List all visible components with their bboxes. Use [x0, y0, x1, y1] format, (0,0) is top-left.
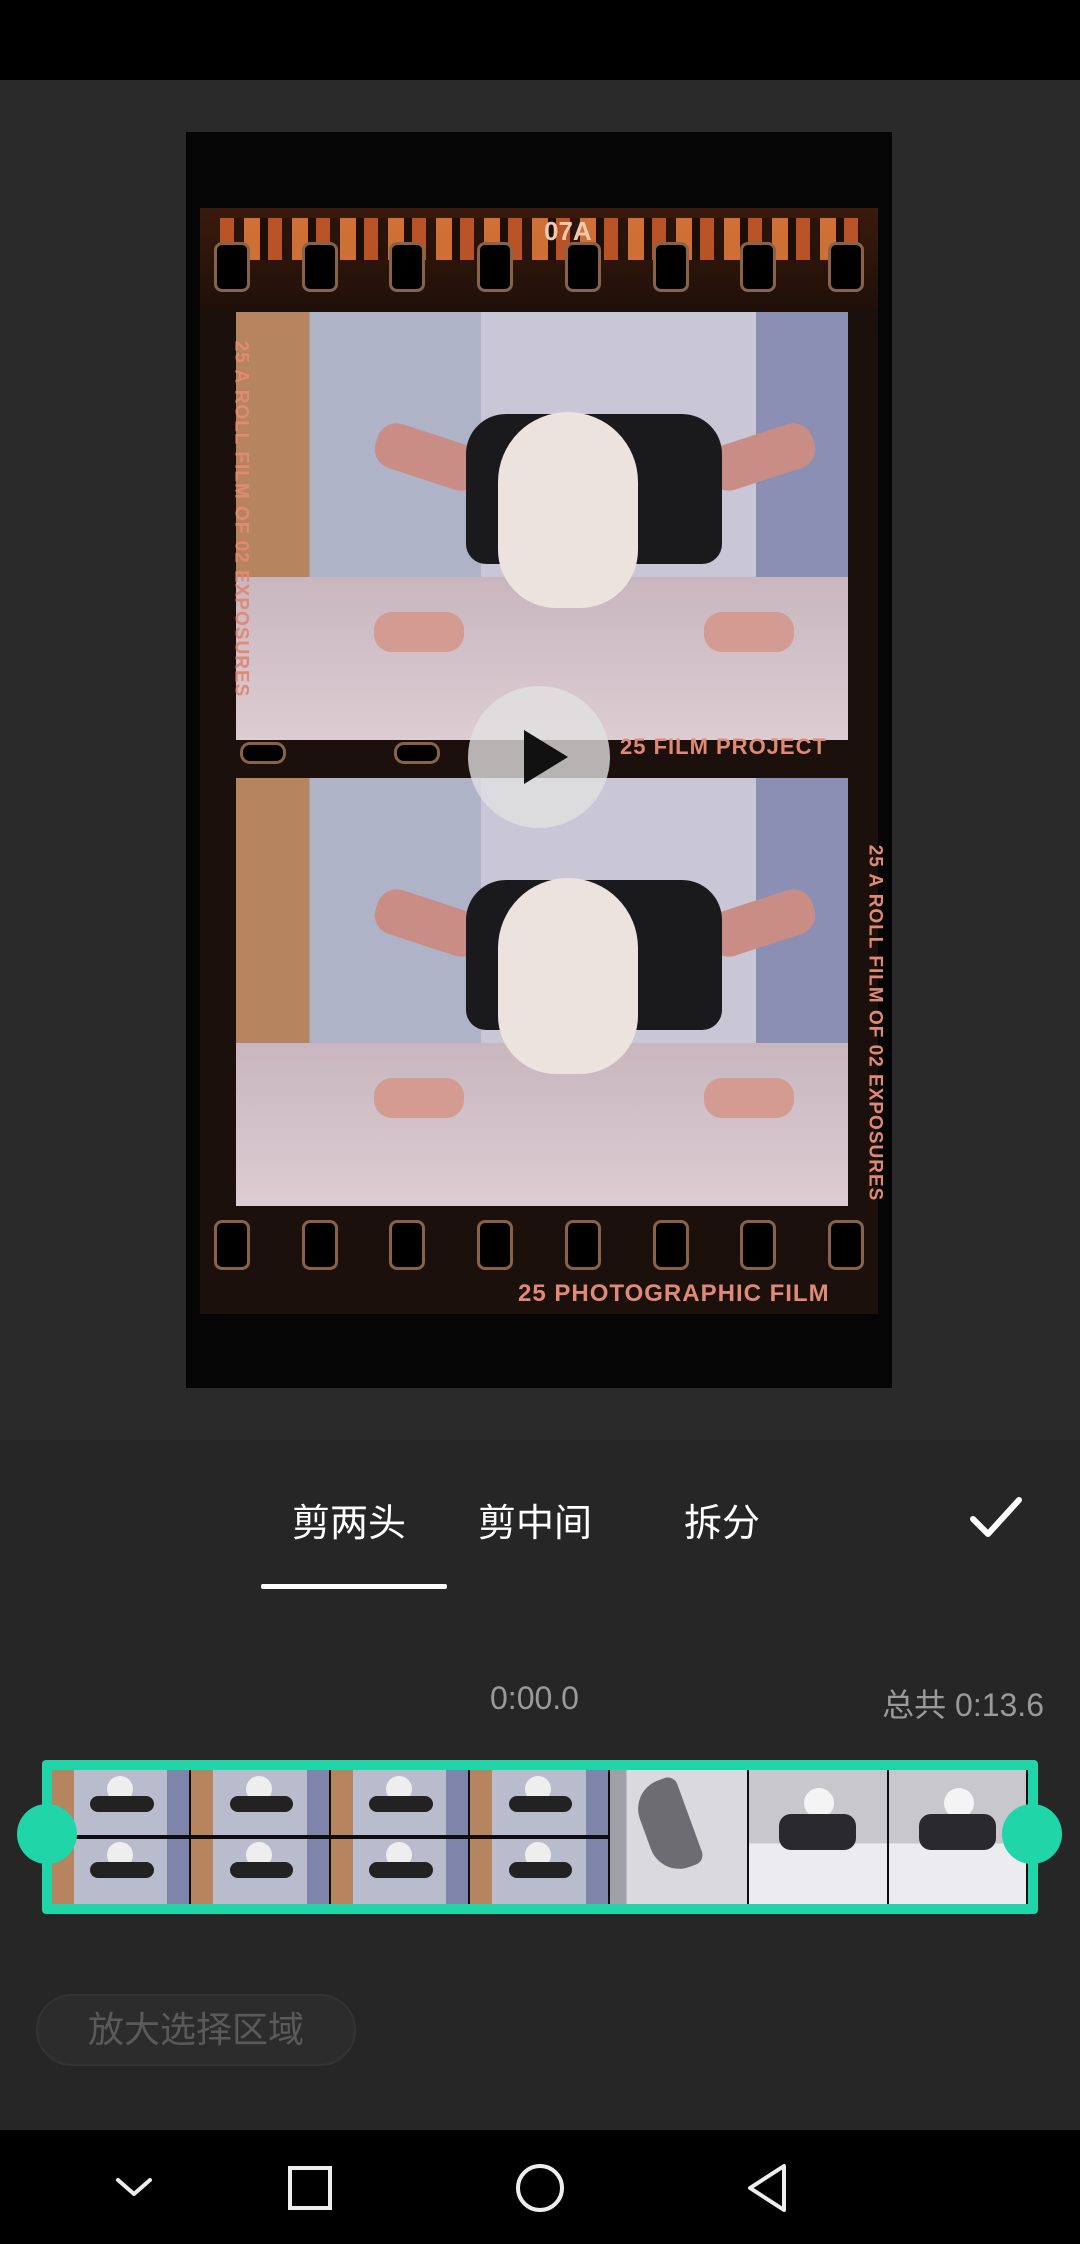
film-side-text-left: 25 A ROLL FILM OF 02 EXPOSURES — [230, 340, 252, 698]
clip-thumbnail — [330, 1770, 471, 1904]
zoom-selection-button[interactable]: 放大选择区域 — [36, 1994, 356, 2066]
video-frame[interactable]: 07A 25 A ROLL FILM OF 02 EXPOSURES 25 FI… — [186, 132, 892, 1388]
clip-thumbnail — [749, 1770, 889, 1904]
chevron-down-icon[interactable] — [106, 2160, 162, 2216]
clip-thumbnail — [470, 1770, 610, 1904]
clip-thumbnail — [609, 1770, 750, 1904]
current-time: 0:00.0 — [490, 1680, 579, 1716]
trim-edit-panel: 剪两头 剪中间 拆分 0:00.0 总共 0:13.6 放大选择区域 — [0, 1440, 1080, 2130]
status-bar — [0, 0, 1080, 80]
clip-timeline[interactable] — [42, 1760, 1038, 1914]
tab-trim-ends[interactable]: 剪两头 — [292, 1492, 406, 1547]
photo-frame-bottom — [236, 778, 848, 1206]
film-bottom-caption: 25 PHOTOGRAPHIC FILM — [518, 1280, 830, 1307]
circle-icon[interactable] — [512, 2160, 568, 2216]
video-preview-area: 07A 25 A ROLL FILM OF 02 EXPOSURES 25 FI… — [0, 80, 1080, 1440]
square-icon[interactable] — [282, 2160, 338, 2216]
play-icon — [524, 730, 568, 784]
triangle-back-icon[interactable] — [740, 2160, 796, 2216]
play-button[interactable] — [468, 686, 610, 828]
photo-frame-top — [236, 312, 848, 740]
film-middle-caption: 25 FILM PROJECT — [620, 734, 827, 759]
trim-handle-left[interactable] — [17, 1804, 77, 1864]
checkmark-icon[interactable] — [968, 1490, 1024, 1546]
sprocket-row-bottom — [214, 1220, 864, 1276]
tab-split[interactable]: 拆分 — [684, 1492, 760, 1547]
tab-trim-middle[interactable]: 剪中间 — [478, 1492, 592, 1547]
clip-thumbnail — [191, 1770, 331, 1904]
sprocket-row-top — [214, 242, 864, 298]
trim-handle-right[interactable] — [1002, 1804, 1062, 1864]
film-side-text-right: 25 A ROLL FILM OF 02 EXPOSURES — [864, 844, 886, 1202]
active-tab-indicator — [261, 1584, 447, 1589]
total-duration: 总共 0:13.6 — [882, 1687, 1044, 1723]
system-nav-bar — [0, 2130, 1080, 2244]
